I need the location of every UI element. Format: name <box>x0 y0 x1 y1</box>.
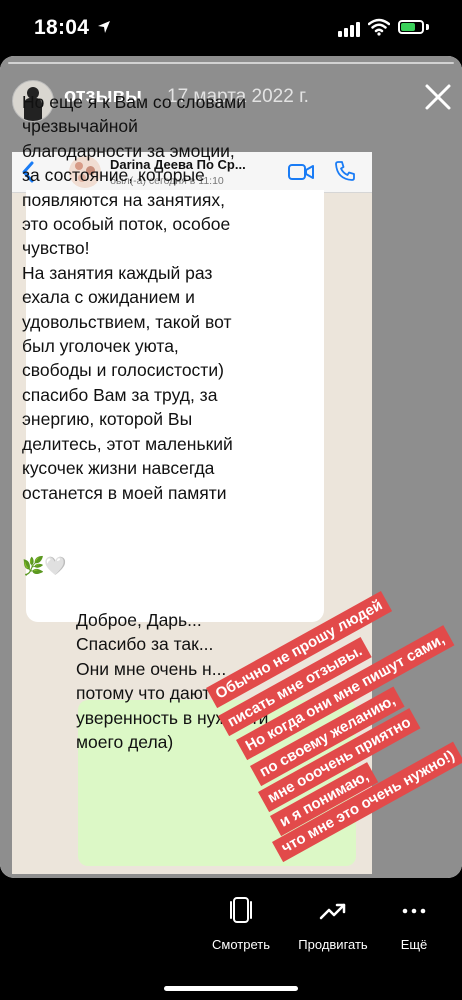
cellular-signal-icon <box>338 22 360 37</box>
promote-label: Продвигать <box>298 937 368 952</box>
more-dots-icon <box>402 908 426 914</box>
close-icon[interactable] <box>423 82 453 112</box>
trending-up-icon <box>319 903 346 920</box>
view-label: Смотреть <box>212 937 270 952</box>
promote-button[interactable]: Продвигать <box>292 896 374 952</box>
more-button[interactable]: Ещё <box>392 896 436 952</box>
wifi-icon <box>368 18 390 36</box>
location-arrow-icon <box>98 21 110 33</box>
phone-view-icon <box>230 897 252 923</box>
battery-icon <box>398 20 424 34</box>
home-indicator[interactable] <box>164 986 298 991</box>
incoming-message-text: Но еще я к Вам со словами чрезвычайной б… <box>22 92 246 503</box>
story-progress-bar <box>8 62 454 64</box>
status-bar: 18:04 <box>0 0 462 56</box>
view-button[interactable]: Смотреть <box>206 896 276 952</box>
status-time: 18:04 <box>34 16 90 39</box>
more-label: Ещё <box>400 937 428 952</box>
battery-tip <box>426 24 429 30</box>
incoming-message-emoji: 🌿🤍 <box>22 556 67 576</box>
phone-icon <box>335 161 355 181</box>
story-viewer[interactable]: отзывы 17 марта 2022 г. Darina Деева По … <box>0 56 462 878</box>
